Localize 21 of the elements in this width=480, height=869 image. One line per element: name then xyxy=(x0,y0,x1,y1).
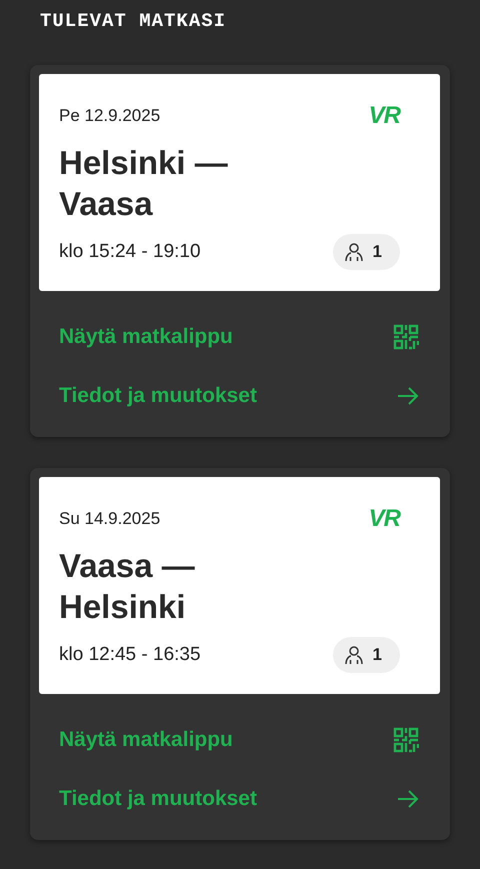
trip-time: klo 15:24 - 19:10 xyxy=(59,241,201,263)
trip-time: klo 12:45 - 16:35 xyxy=(59,644,201,666)
arrow-right-icon xyxy=(397,790,419,808)
person-icon xyxy=(344,242,364,262)
section-heading: TULEVAT MATKASI xyxy=(39,9,228,34)
trip-date: Su 14.9.2025 xyxy=(59,509,160,529)
qr-code-icon xyxy=(393,726,419,752)
show-ticket-link[interactable]: Näytä matkalippu xyxy=(39,307,440,366)
route-title: Vaasa — Helsinki xyxy=(59,546,196,627)
arrow-right-icon xyxy=(397,386,419,404)
passenger-count: 1 xyxy=(372,242,382,262)
operator-logo: VR xyxy=(368,102,400,130)
qr-code-icon xyxy=(393,324,419,350)
show-ticket-link[interactable]: Näytä matkalippu xyxy=(39,710,440,769)
operator-logo: VR xyxy=(368,505,400,533)
details-link[interactable]: Tiedot ja muutokset xyxy=(39,769,440,828)
person-icon xyxy=(344,645,364,665)
route-title: Helsinki — Vaasa xyxy=(59,143,229,224)
passenger-count: 1 xyxy=(372,645,382,665)
trip-date: Pe 12.9.2025 xyxy=(59,106,160,126)
details-link[interactable]: Tiedot ja muutokset xyxy=(39,366,440,425)
